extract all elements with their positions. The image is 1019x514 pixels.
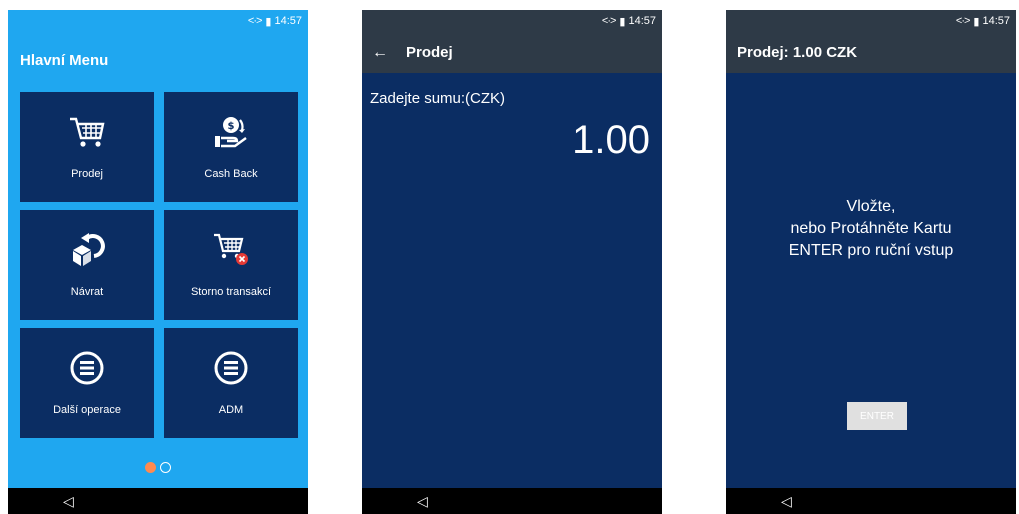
cart-icon bbox=[67, 114, 107, 150]
tile-dalsi-operace[interactable]: Další operace bbox=[20, 328, 154, 438]
tile-navrat[interactable]: Návrat bbox=[20, 210, 154, 320]
nav-bar: ◁ bbox=[726, 488, 1016, 514]
tile-label: Další operace bbox=[53, 404, 121, 416]
sync-icon: <·> bbox=[601, 15, 616, 27]
message-line: Vložte, bbox=[846, 198, 896, 215]
tile-adm[interactable]: ADM bbox=[164, 328, 298, 438]
message-line: ENTER pro ruční vstup bbox=[788, 242, 954, 259]
status-bar: <·> ▮ 14:57 bbox=[362, 10, 662, 32]
tile-cash-back[interactable]: $ Cash Back bbox=[164, 92, 298, 202]
sync-icon: <·> bbox=[247, 15, 262, 27]
status-time: 14:57 bbox=[982, 15, 1010, 27]
nav-bar: ◁ bbox=[362, 488, 662, 514]
cash-back-icon: $ bbox=[211, 114, 251, 150]
tile-label: Storno transakcí bbox=[190, 286, 272, 298]
amount-value[interactable]: 1.00 bbox=[572, 118, 650, 163]
tile-label: Návrat bbox=[70, 286, 104, 298]
nav-back-icon[interactable]: ◁ bbox=[63, 493, 74, 510]
menu-circle-icon bbox=[67, 350, 107, 386]
nav-back-icon[interactable]: ◁ bbox=[781, 493, 792, 510]
page-title: Prodej: 1.00 CZK bbox=[737, 44, 858, 61]
app-bar: ← Prodej bbox=[362, 32, 662, 73]
insert-card-message: Vložte, nebo Protáhněte Kartu ENTER pro … bbox=[726, 196, 1016, 262]
enter-button[interactable]: ENTER bbox=[847, 402, 907, 430]
return-box-icon bbox=[67, 232, 107, 268]
page-title: Hlavní Menu bbox=[20, 51, 109, 69]
tile-storno[interactable]: Storno transakcí bbox=[164, 210, 298, 320]
status-bar: <·> ▮ 14:57 bbox=[8, 10, 308, 32]
app-bar: Hlavní Menu bbox=[8, 40, 308, 80]
tile-label: ADM bbox=[218, 404, 244, 416]
page-dot-active[interactable] bbox=[145, 462, 156, 473]
cart-cancel-icon bbox=[211, 232, 251, 268]
battery-icon: ▮ bbox=[265, 15, 271, 28]
page-title: Prodej bbox=[406, 44, 453, 61]
tile-label: Prodej bbox=[71, 168, 103, 180]
battery-icon: ▮ bbox=[973, 15, 979, 28]
nav-bar: ◁ bbox=[8, 488, 308, 514]
nav-back-icon[interactable]: ◁ bbox=[417, 493, 428, 510]
page-dot[interactable] bbox=[160, 462, 171, 473]
menu-circle-icon bbox=[211, 350, 251, 386]
status-time: 14:57 bbox=[628, 15, 656, 27]
amount-prompt: Zadejte sumu:(CZK) bbox=[370, 90, 506, 107]
message-line: nebo Protáhněte Kartu bbox=[790, 220, 952, 237]
status-time: 14:57 bbox=[274, 15, 302, 27]
status-bar: <·> ▮ 14:57 bbox=[726, 10, 1016, 32]
tile-label: Cash Back bbox=[204, 168, 258, 180]
back-arrow-icon[interactable]: ← bbox=[362, 44, 392, 62]
main-menu-screen: <·> ▮ 14:57 Hlavní Menu Prodej $ Cash Ba… bbox=[8, 10, 308, 514]
insert-card-screen: <·> ▮ 14:57 Prodej: 1.00 CZK Vložte, neb… bbox=[726, 10, 1016, 514]
tile-prodej[interactable]: Prodej bbox=[20, 92, 154, 202]
page-indicator[interactable] bbox=[8, 462, 308, 473]
sync-icon: <·> bbox=[955, 15, 970, 27]
amount-entry-screen: <·> ▮ 14:57 ← Prodej Zadejte sumu:(CZK) … bbox=[362, 10, 662, 514]
svg-text:$: $ bbox=[228, 121, 235, 132]
app-bar: Prodej: 1.00 CZK bbox=[726, 32, 1016, 73]
battery-icon: ▮ bbox=[619, 15, 625, 28]
